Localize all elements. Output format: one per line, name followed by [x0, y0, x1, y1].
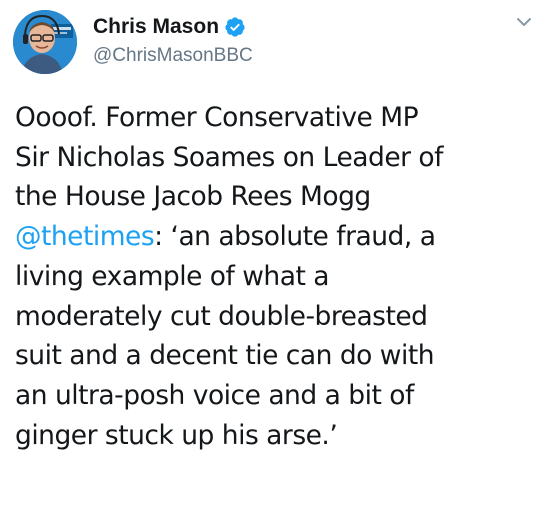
- tweet-line: living example of what a: [15, 260, 330, 292]
- tweet-line: @thetimes: ‘an absolute fraud, a: [15, 217, 540, 257]
- author-handle[interactable]: @ChrisMasonBBC: [93, 44, 253, 68]
- avatar[interactable]: [13, 10, 77, 74]
- author-name-row: Chris Mason: [93, 14, 246, 40]
- tweet-line: suit and a decent tie can do with: [15, 340, 435, 372]
- tweet-line: Oooof. Former Conservative MP: [15, 102, 419, 133]
- author-display-name[interactable]: Chris Mason: [93, 14, 219, 40]
- mention-link[interactable]: @thetimes: [15, 221, 155, 252]
- tweet-line: an ultra-posh voice and a bit of: [15, 379, 414, 411]
- tweet-line: the House Jacob Rees Mogg: [15, 181, 371, 213]
- tweet-line: Sir Nicholas Soames on Leader of: [15, 141, 443, 173]
- tweet-line: moderately cut double-breasted: [15, 300, 428, 332]
- tweet-text: Oooof. Former Conservative MP Sir Nichol…: [15, 98, 540, 455]
- tweet-line: ginger stuck up his arse.’: [15, 419, 338, 451]
- verified-badge-icon: [224, 16, 246, 38]
- chevron-down-icon[interactable]: [512, 10, 536, 34]
- tweet-card: Chris Mason @ChrisMasonBBC Oooof. Former…: [0, 0, 550, 508]
- tweet-line-text: : ‘an absolute fraud, a: [154, 221, 436, 253]
